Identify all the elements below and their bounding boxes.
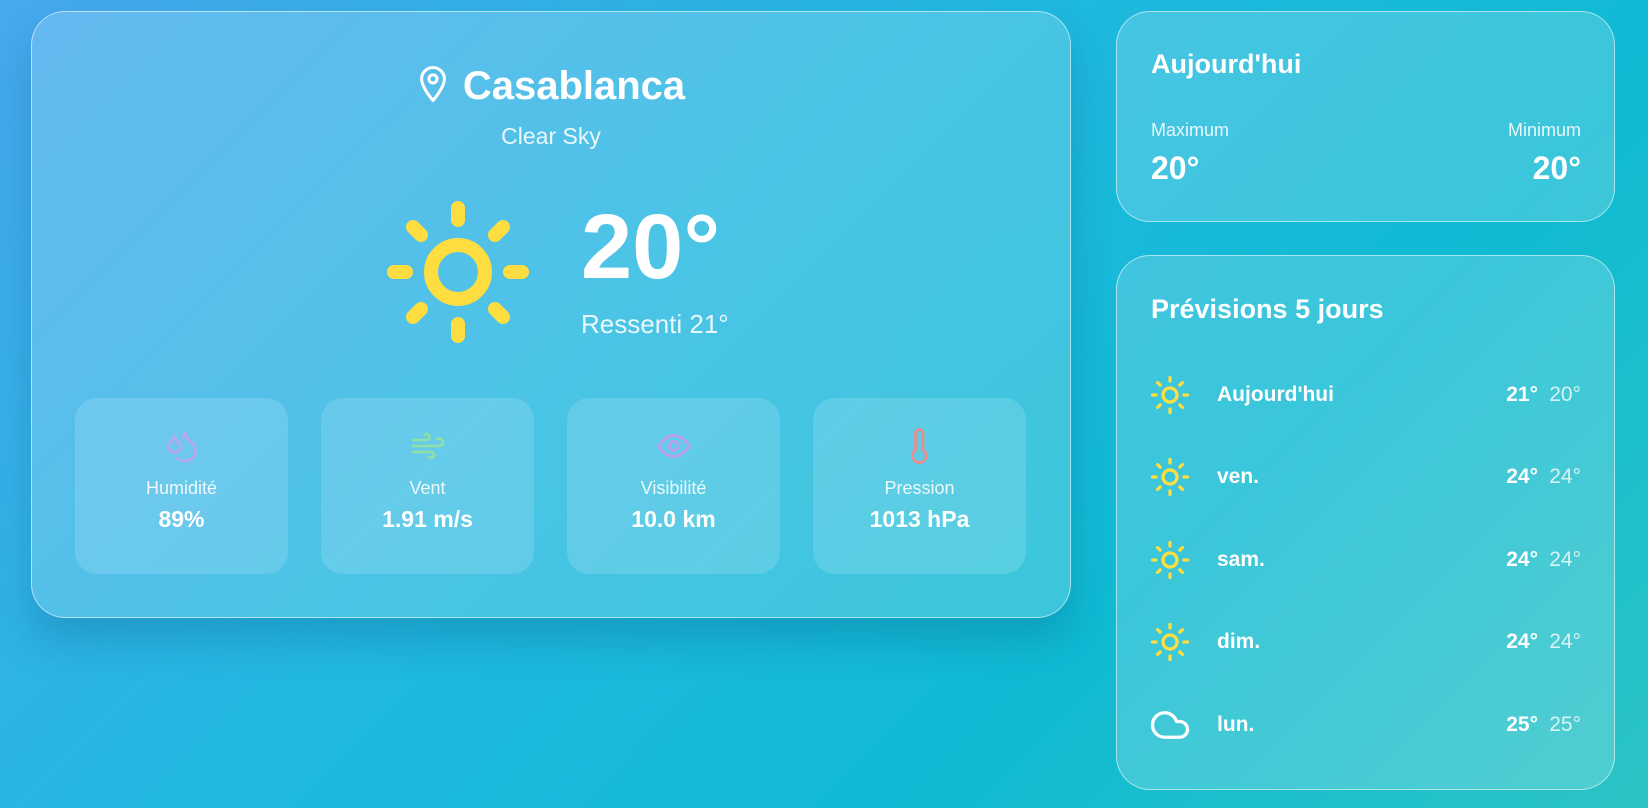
forecast-row: Aujourd'hui 21° 20° — [1117, 369, 1614, 419]
forecast-low: 20° — [1549, 383, 1581, 406]
eye-icon — [657, 434, 690, 458]
forecast-high: 24° — [1506, 548, 1538, 571]
visibility-stat: Visibilité 10.0 km — [567, 398, 780, 574]
stat-label: Humidité — [145, 478, 218, 498]
cloud-icon — [1150, 711, 1190, 739]
forecast-card: Prévisions 5 jours Aujourd'hui 21° 20° v… — [1116, 255, 1615, 790]
forecast-high: 25° — [1506, 713, 1538, 736]
max-value: 20° — [1151, 150, 1200, 186]
forecast-day: Aujourd'hui — [1217, 383, 1334, 406]
weather-description: Clear Sky — [501, 123, 601, 149]
today-card: Aujourd'hui Maximum 20° Minimum 20° — [1116, 11, 1615, 222]
pressure-stat: Pression 1013 hPa — [813, 398, 1026, 574]
forecast-high: 24° — [1506, 465, 1538, 488]
stat-label: Pression — [884, 478, 955, 498]
sun-icon — [1150, 540, 1190, 580]
stat-label: Visibilité — [640, 478, 707, 498]
forecast-row: sam. 24° 24° — [1117, 534, 1614, 584]
forecast-day: lun. — [1217, 713, 1255, 736]
today-title: Aujourd'hui — [1151, 49, 1302, 79]
stat-value: 1.91 m/s — [382, 506, 473, 532]
sun-icon — [387, 201, 529, 343]
forecast-day: dim. — [1217, 630, 1261, 653]
sun-icon — [1150, 375, 1190, 415]
stat-value: 10.0 km — [631, 506, 716, 532]
stat-value: 89% — [158, 506, 205, 532]
stat-label: Vent — [409, 478, 446, 498]
stat-value: 1013 hPa — [869, 506, 970, 532]
max-label: Maximum — [1151, 120, 1230, 140]
feels-like: Ressenti 21° — [581, 309, 729, 339]
min-value: 20° — [1532, 150, 1581, 186]
current-weather-card: Casablanca Clear Sky 20° Ressenti 21° Hu… — [31, 11, 1071, 618]
sun-icon — [1150, 622, 1190, 662]
sun-icon — [1150, 457, 1190, 497]
forecast-title: Prévisions 5 jours — [1151, 294, 1384, 324]
forecast-low: 24° — [1549, 465, 1581, 488]
thermometer-icon — [910, 428, 927, 464]
current-temperature: 20° — [581, 196, 721, 298]
humidity-stat: Humidité 89% — [75, 398, 288, 574]
forecast-high: 21° — [1506, 383, 1538, 406]
forecast-row: ven. 24° 24° — [1117, 451, 1614, 501]
forecast-low: 25° — [1549, 713, 1581, 736]
wind-stat: Vent 1.91 m/s — [321, 398, 534, 574]
forecast-day: sam. — [1217, 548, 1265, 571]
forecast-row: dim. 24° 24° — [1117, 616, 1614, 666]
min-label: Minimum — [1507, 120, 1581, 140]
location-heading: Casablanca — [32, 64, 1070, 109]
forecast-row: lun. 25° 25° — [1117, 699, 1614, 749]
forecast-low: 24° — [1549, 548, 1581, 571]
forecast-day: ven. — [1217, 465, 1260, 488]
city-name: Casablanca — [462, 64, 686, 108]
forecast-low: 24° — [1549, 630, 1581, 653]
forecast-high: 24° — [1506, 630, 1538, 653]
wind-icon — [411, 432, 444, 460]
map-pin-icon — [419, 66, 446, 102]
droplets-icon — [166, 431, 197, 463]
